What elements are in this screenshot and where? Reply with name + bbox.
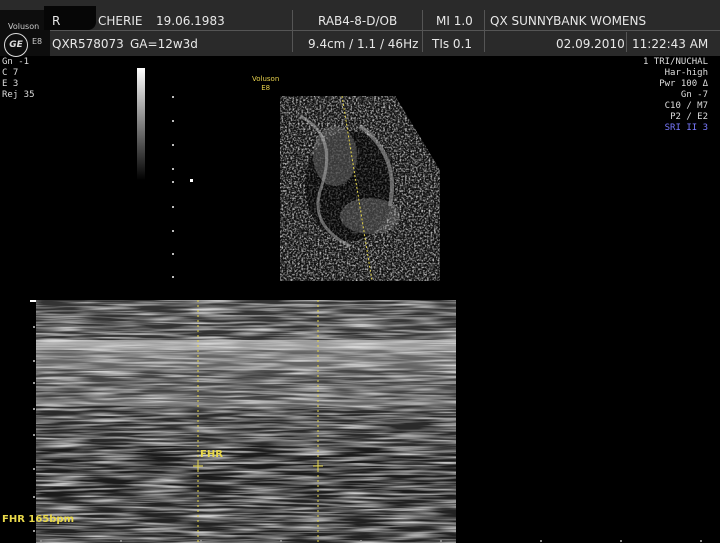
gestational-age: GA=12w3d bbox=[130, 37, 198, 51]
bmode-image bbox=[280, 96, 440, 281]
ge-logo-icon: GE bbox=[4, 33, 28, 57]
depth-tick bbox=[172, 253, 174, 255]
header-bar: Voluson GE E8 R CHERIE 19.06.1983 QXR578… bbox=[0, 0, 720, 57]
patient-name: CHERIE bbox=[98, 14, 143, 28]
right-param-persistence: P2 / E2 bbox=[670, 112, 708, 122]
overlay-model: E8 bbox=[261, 84, 271, 92]
overlay-brand: Voluson bbox=[252, 75, 280, 83]
fhr-caliper-label: FHR bbox=[200, 449, 223, 460]
right-param-harmonic: Har-high bbox=[664, 68, 708, 78]
right-param-preset: 1 TRI/NUCHAL bbox=[642, 57, 708, 67]
mmode-depth-ticks bbox=[30, 300, 36, 532]
exam-time: 11:22:43 AM bbox=[632, 37, 709, 51]
depth-tick bbox=[172, 230, 174, 232]
header-divider bbox=[50, 30, 720, 31]
mi-value: MI 1.0 bbox=[436, 14, 473, 28]
time-scale-dots bbox=[40, 540, 702, 542]
depth-tick bbox=[172, 96, 174, 98]
param-reject: Rej 35 bbox=[2, 90, 35, 100]
mmode-sweep bbox=[36, 300, 456, 543]
param-enhance: E 3 bbox=[2, 79, 19, 89]
fhr-result: FHR 165bpm bbox=[2, 514, 74, 525]
exam-date: 02.09.2010 bbox=[556, 37, 625, 51]
right-param-power: Pwr 100 Δ bbox=[659, 79, 708, 89]
grayscale-bar bbox=[137, 68, 145, 180]
logo-box: Voluson GE E8 bbox=[0, 10, 50, 57]
patient-id: QXR578073 bbox=[52, 37, 124, 51]
institution-name: QX SUNNYBANK WOMENS bbox=[490, 14, 647, 28]
voluson-logo: Voluson E8 bbox=[252, 75, 279, 93]
patient-dob: 19.06.1983 bbox=[156, 14, 225, 28]
depth-tick bbox=[172, 181, 174, 183]
brand-label: Voluson bbox=[8, 22, 40, 31]
tis-value: TIs 0.1 bbox=[432, 37, 473, 51]
right-param-sri: SRI II 3 bbox=[664, 123, 708, 133]
focus-marker-icon bbox=[190, 179, 193, 182]
depth-tick bbox=[172, 276, 174, 278]
right-param-cmap: C10 / M7 bbox=[664, 101, 708, 111]
depth-tick bbox=[172, 120, 174, 122]
depth-tick bbox=[172, 168, 174, 170]
patient-initial: R bbox=[52, 14, 61, 28]
depth-tick bbox=[172, 144, 174, 146]
depth-tick bbox=[172, 206, 174, 208]
param-gain: Gn -1 bbox=[2, 57, 30, 67]
right-param-gain: Gn -7 bbox=[680, 90, 708, 100]
model-label: E8 bbox=[32, 37, 43, 46]
probe-label: RAB4-8-D/OB bbox=[318, 14, 398, 28]
param-contrast: C 7 bbox=[2, 68, 19, 78]
depth-info: 9.4cm / 1.1 / 46Hz bbox=[308, 37, 419, 51]
